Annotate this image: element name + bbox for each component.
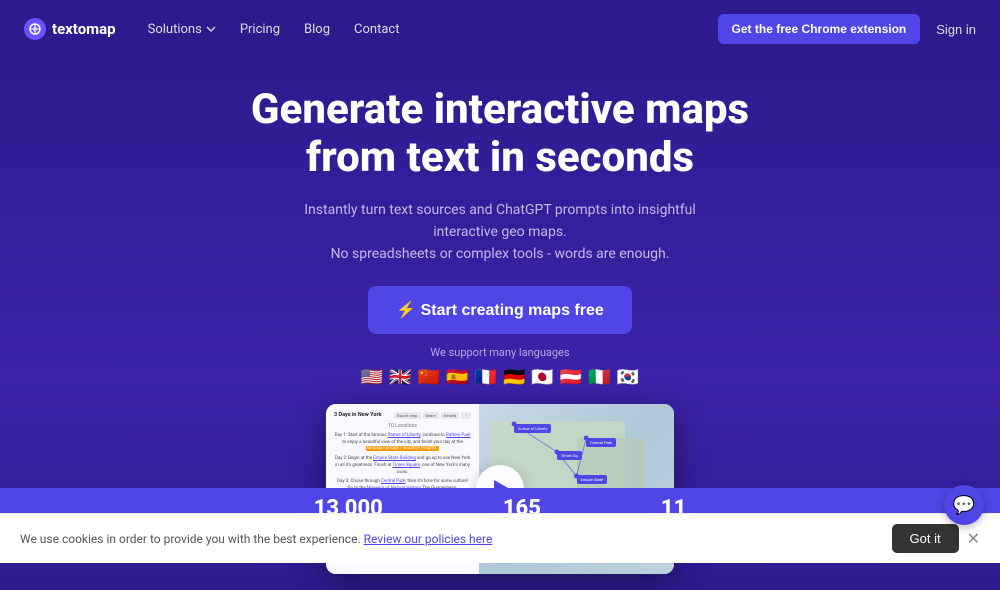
signin-button[interactable]: Sign in [936, 22, 976, 37]
cookie-policy-link[interactable]: Review our policies here [364, 532, 493, 546]
nav-links: Solutions Pricing Blog Contact [148, 22, 718, 37]
cookie-close-button[interactable]: ✕ [967, 529, 980, 549]
cookie-text: We use cookies in order to provide you w… [20, 532, 876, 546]
chrome-extension-button[interactable]: Get the free Chrome extension [718, 14, 921, 44]
more-btn[interactable]: ⋮ [461, 412, 471, 419]
cookie-accept-button[interactable]: Got it [892, 524, 959, 553]
flag-it: 🇮🇹 [588, 367, 610, 388]
logo[interactable]: textomap [24, 18, 116, 40]
start-creating-button[interactable]: ⚡ Start creating maps free [368, 286, 632, 334]
map-pin-4: Central Park [586, 438, 616, 447]
export-map-btn[interactable]: Export map [394, 412, 420, 419]
nav-contact[interactable]: Contact [354, 22, 399, 37]
map-pin-1: Statue of Liberty [514, 424, 551, 433]
flag-cn: 🇨🇳 [418, 367, 440, 388]
logo-icon [24, 18, 46, 40]
cookie-banner: We use cookies in order to provide you w… [0, 513, 1000, 563]
chat-icon: 💬 [953, 495, 975, 516]
logo-text: textomap [52, 20, 116, 38]
video-title: 3 Days in New York [334, 412, 381, 418]
map-pin-3: Empire State [577, 475, 608, 484]
nav-pricing[interactable]: Pricing [240, 22, 280, 37]
share-btn[interactable]: Share [423, 412, 439, 419]
flag-at: 🇦🇹 [560, 367, 582, 388]
nav-right: Get the free Chrome extension Sign in [718, 14, 976, 44]
flag-us: 🇺🇸 [361, 367, 383, 388]
locations-count: 10 Locations [334, 423, 471, 429]
flag-es: 🇪🇸 [446, 367, 468, 388]
flag-gb: 🇬🇧 [389, 367, 411, 388]
day1-text: Day 1: Start at the famous Statue of Lib… [334, 433, 471, 453]
flag-de: 🇩🇪 [503, 367, 525, 388]
day2-text: Day 2: Begin at the Empire State Buildin… [334, 456, 471, 476]
hero-subtitle: Instantly turn text sources and ChatGPT … [280, 199, 720, 266]
support-languages-text: We support many languages [20, 346, 980, 359]
flag-fr: 🇫🇷 [475, 367, 497, 388]
nav-solutions[interactable]: Solutions [148, 22, 216, 37]
flag-jp: 🇯🇵 [531, 367, 553, 388]
map-pin-2: Times Sq [557, 451, 582, 460]
flag-kr: 🇰🇷 [617, 367, 639, 388]
nav-blog[interactable]: Blog [304, 22, 330, 37]
hero-heading: Generate interactive maps from text in s… [20, 86, 980, 183]
navbar: textomap Solutions Pricing Blog Contact … [0, 0, 1000, 58]
language-flags: 🇺🇸 🇬🇧 🇨🇳 🇪🇸 🇫🇷 🇩🇪 🇯🇵 🇦🇹 🇮🇹 🇰🇷 [20, 367, 980, 388]
embed-btn[interactable]: Embed [441, 412, 459, 419]
chat-bubble-button[interactable]: 💬 [944, 485, 984, 525]
